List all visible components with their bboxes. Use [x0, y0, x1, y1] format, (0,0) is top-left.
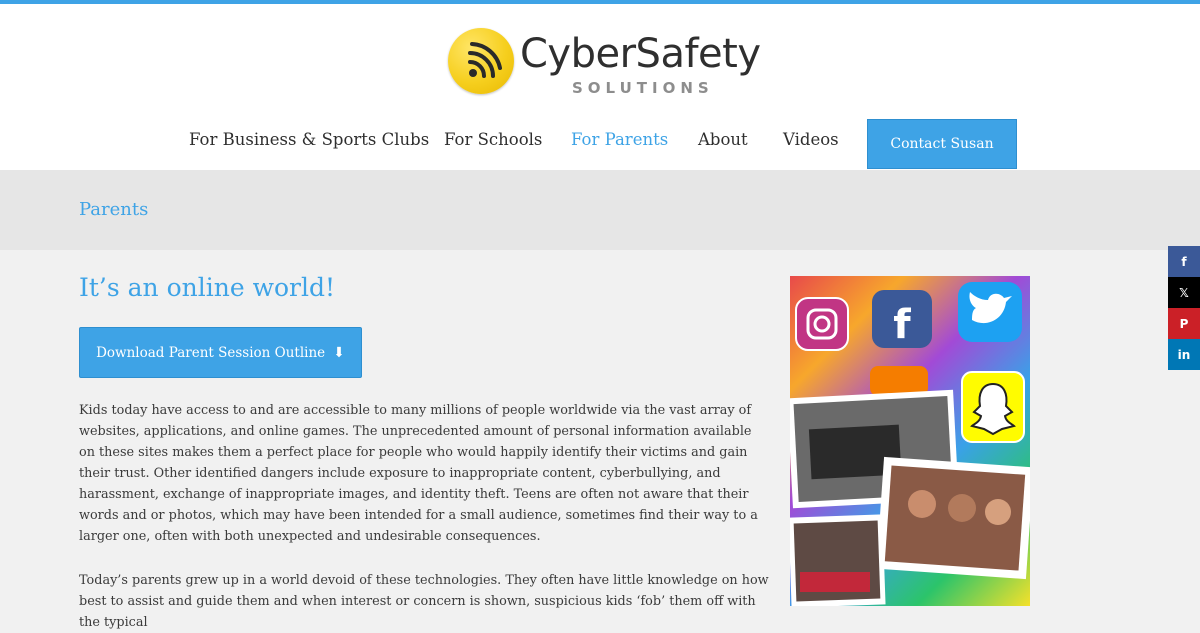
logo-wordmark: CyberSafety [520, 31, 761, 77]
social-share-bar: f 𝕏 P in [1168, 246, 1200, 370]
nav-item-parents[interactable]: For Parents [571, 130, 668, 149]
page-title-bar: Parents [0, 170, 1200, 250]
download-outline-button[interactable]: Download Parent Session Outline ⬇ [79, 327, 362, 378]
section-heading: It’s an online world! [79, 273, 336, 302]
site-logo[interactable]: CyberSafety SOLUTIONS [448, 28, 768, 108]
facebook-icon[interactable]: f [1168, 246, 1200, 277]
nav-item-business-sports-clubs[interactable]: For Business & Sports Clubs [189, 130, 429, 149]
arrow-down-icon: ⬇ [333, 344, 345, 361]
nav-item-videos[interactable]: Videos [783, 130, 839, 149]
pinterest-icon[interactable]: P [1168, 308, 1200, 339]
social-media-collage-image: f [790, 276, 1030, 606]
site-header: CyberSafety SOLUTIONS For Business & Spo… [0, 4, 1200, 170]
contact-button[interactable]: Contact Susan [867, 119, 1017, 169]
nav-item-about[interactable]: About [698, 130, 748, 149]
logo-tagline: SOLUTIONS [572, 79, 714, 97]
linkedin-icon[interactable]: in [1168, 339, 1200, 370]
second-paragraph: Today’s parents grew up in a world devoi… [79, 573, 769, 630]
page-title: Parents [79, 199, 149, 220]
download-button-label: Download Parent Session Outline [96, 344, 326, 361]
main-nav: For Business & Sports Clubs For Schools … [0, 116, 1200, 174]
intro-paragraph: Kids today have access to and are access… [79, 403, 758, 544]
logo-mark-icon [448, 28, 514, 94]
nav-item-schools[interactable]: For Schools [444, 130, 542, 149]
svg-text:f: f [893, 302, 911, 348]
x-icon[interactable]: 𝕏 [1168, 277, 1200, 308]
